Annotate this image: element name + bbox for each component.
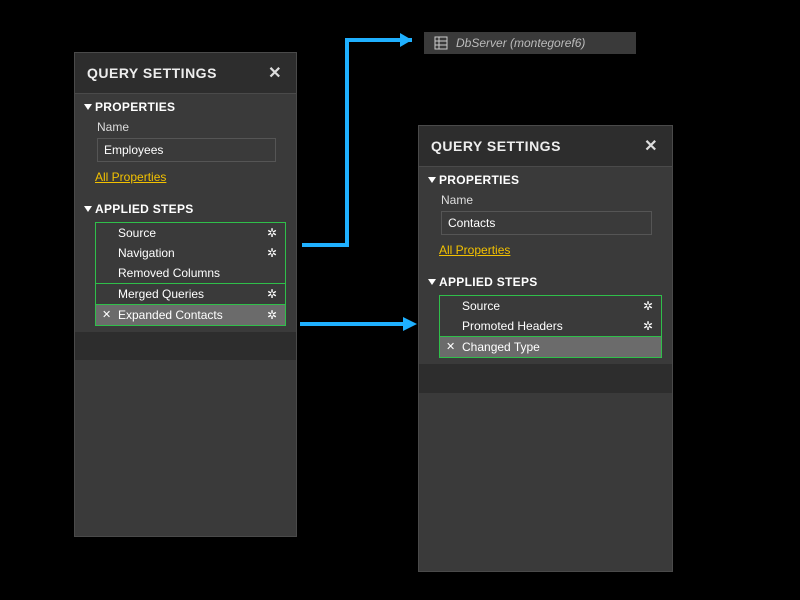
step-source[interactable]: Source ✲ xyxy=(440,296,661,316)
gear-icon[interactable]: ✲ xyxy=(267,226,277,240)
name-label: Name xyxy=(97,120,286,134)
panel-fill-left xyxy=(74,360,297,537)
step-merged-queries[interactable]: Merged Queries ✲ xyxy=(96,284,285,304)
name-input[interactable] xyxy=(97,138,276,162)
steps-box: Source ✲ Promoted Headers ✲ ✕ Changed Ty… xyxy=(439,295,662,358)
close-icon[interactable]: ✕ xyxy=(266,63,284,83)
gear-icon[interactable]: ✲ xyxy=(267,246,277,260)
applied-steps-title[interactable]: APPLIED STEPS xyxy=(429,275,662,289)
applied-steps-section: APPLIED STEPS Source ✲ Navigation ✲ Remo… xyxy=(75,196,296,332)
collapse-icon xyxy=(84,104,92,110)
applied-steps-title[interactable]: APPLIED STEPS xyxy=(85,202,286,216)
gear-icon[interactable]: ✲ xyxy=(643,299,653,313)
steps-group-2: Merged Queries ✲ xyxy=(96,284,285,305)
steps-group-1: Source ✲ Navigation ✲ Removed Columns xyxy=(96,223,285,284)
all-properties-link[interactable]: All Properties xyxy=(95,170,166,184)
all-properties-link[interactable]: All Properties xyxy=(439,243,510,257)
name-label: Name xyxy=(441,193,662,207)
collapse-icon xyxy=(84,206,92,212)
step-changed-type[interactable]: ✕ Changed Type xyxy=(440,337,661,357)
collapse-icon xyxy=(428,279,436,285)
step-removed-columns[interactable]: Removed Columns xyxy=(96,263,285,283)
panel-header: QUERY SETTINGS ✕ xyxy=(419,126,672,166)
applied-steps-section: APPLIED STEPS Source ✲ Promoted Headers … xyxy=(419,269,672,364)
properties-title[interactable]: PROPERTIES xyxy=(429,173,662,187)
step-expanded-contacts[interactable]: ✕ Expanded Contacts ✲ xyxy=(96,305,285,325)
properties-section: PROPERTIES Name All Properties xyxy=(75,93,296,196)
panel-title: QUERY SETTINGS xyxy=(431,138,561,154)
gear-icon[interactable]: ✲ xyxy=(267,308,277,322)
steps-box: Source ✲ Navigation ✲ Removed Columns Me… xyxy=(95,222,286,326)
gear-icon[interactable]: ✲ xyxy=(267,287,277,301)
db-server-badge[interactable]: DbServer (montegoref6) xyxy=(424,32,636,54)
delete-step-icon[interactable]: ✕ xyxy=(446,340,455,353)
arrow-to-dbserver xyxy=(297,25,427,250)
panel-fill-right xyxy=(418,393,673,572)
properties-title[interactable]: PROPERTIES xyxy=(85,100,286,114)
step-source[interactable]: Source ✲ xyxy=(96,223,285,243)
close-icon[interactable]: ✕ xyxy=(642,136,660,156)
step-promoted-headers[interactable]: Promoted Headers ✲ xyxy=(440,316,661,336)
delete-step-icon[interactable]: ✕ xyxy=(102,308,111,321)
step-navigation[interactable]: Navigation ✲ xyxy=(96,243,285,263)
gear-icon[interactable]: ✲ xyxy=(643,319,653,333)
name-input[interactable] xyxy=(441,211,652,235)
steps-group-1: Source ✲ Promoted Headers ✲ xyxy=(440,296,661,337)
steps-group-3: ✕ Expanded Contacts ✲ xyxy=(96,305,285,325)
arrow-to-right-panel xyxy=(297,312,422,336)
properties-section: PROPERTIES Name All Properties xyxy=(419,166,672,269)
panel-title: QUERY SETTINGS xyxy=(87,65,217,81)
db-server-label: DbServer (montegoref6) xyxy=(456,36,585,50)
database-icon xyxy=(434,36,448,50)
panel-header: QUERY SETTINGS ✕ xyxy=(75,53,296,93)
collapse-icon xyxy=(428,177,436,183)
steps-group-2: ✕ Changed Type xyxy=(440,337,661,357)
